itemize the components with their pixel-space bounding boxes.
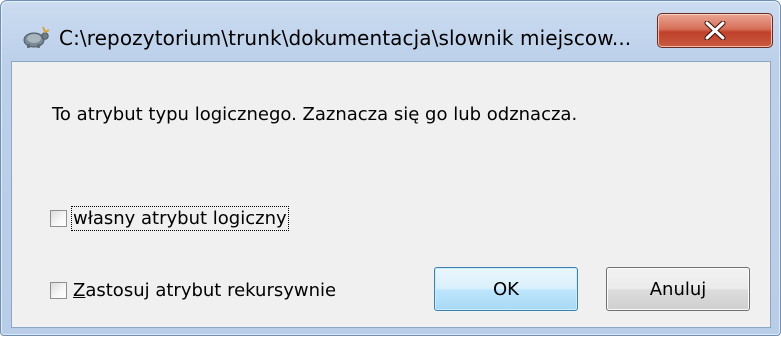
own-boolean-attribute-checkbox-row[interactable]: własny atrybut logiczny: [50, 206, 289, 231]
accelerator-key: Z: [73, 280, 86, 301]
apply-recursively-checkbox-row[interactable]: Zastosuj atrybut rekursywnie: [50, 280, 336, 301]
apply-recursively-checkbox[interactable]: [50, 282, 67, 299]
ok-button[interactable]: OK: [434, 267, 578, 311]
tortoisesvn-app-icon[interactable]: [21, 23, 51, 51]
own-boolean-attribute-checkbox[interactable]: [50, 210, 67, 227]
apply-recursively-label[interactable]: Zastosuj atrybut rekursywnie: [73, 280, 336, 301]
title-bar[interactable]: C:\repozytorium\trunk\dokumentacja\slown…: [1, 1, 780, 57]
close-button[interactable]: [657, 13, 773, 48]
apply-recursively-label-rest: astosuj atrybut rekursywnie: [85, 280, 337, 301]
message-text: To atrybut typu logicznego. Zaznacza się…: [52, 104, 578, 125]
cancel-button[interactable]: Anuluj: [606, 267, 750, 311]
dialog-window: C:\repozytorium\trunk\dokumentacja\slown…: [0, 0, 781, 336]
dialog-client-area: To atrybut typu logicznego. Zaznacza się…: [11, 61, 771, 328]
own-boolean-attribute-label[interactable]: własny atrybut logiczny: [71, 206, 289, 231]
window-title: C:\repozytorium\trunk\dokumentacja\slown…: [59, 26, 632, 50]
close-icon: [704, 21, 726, 40]
